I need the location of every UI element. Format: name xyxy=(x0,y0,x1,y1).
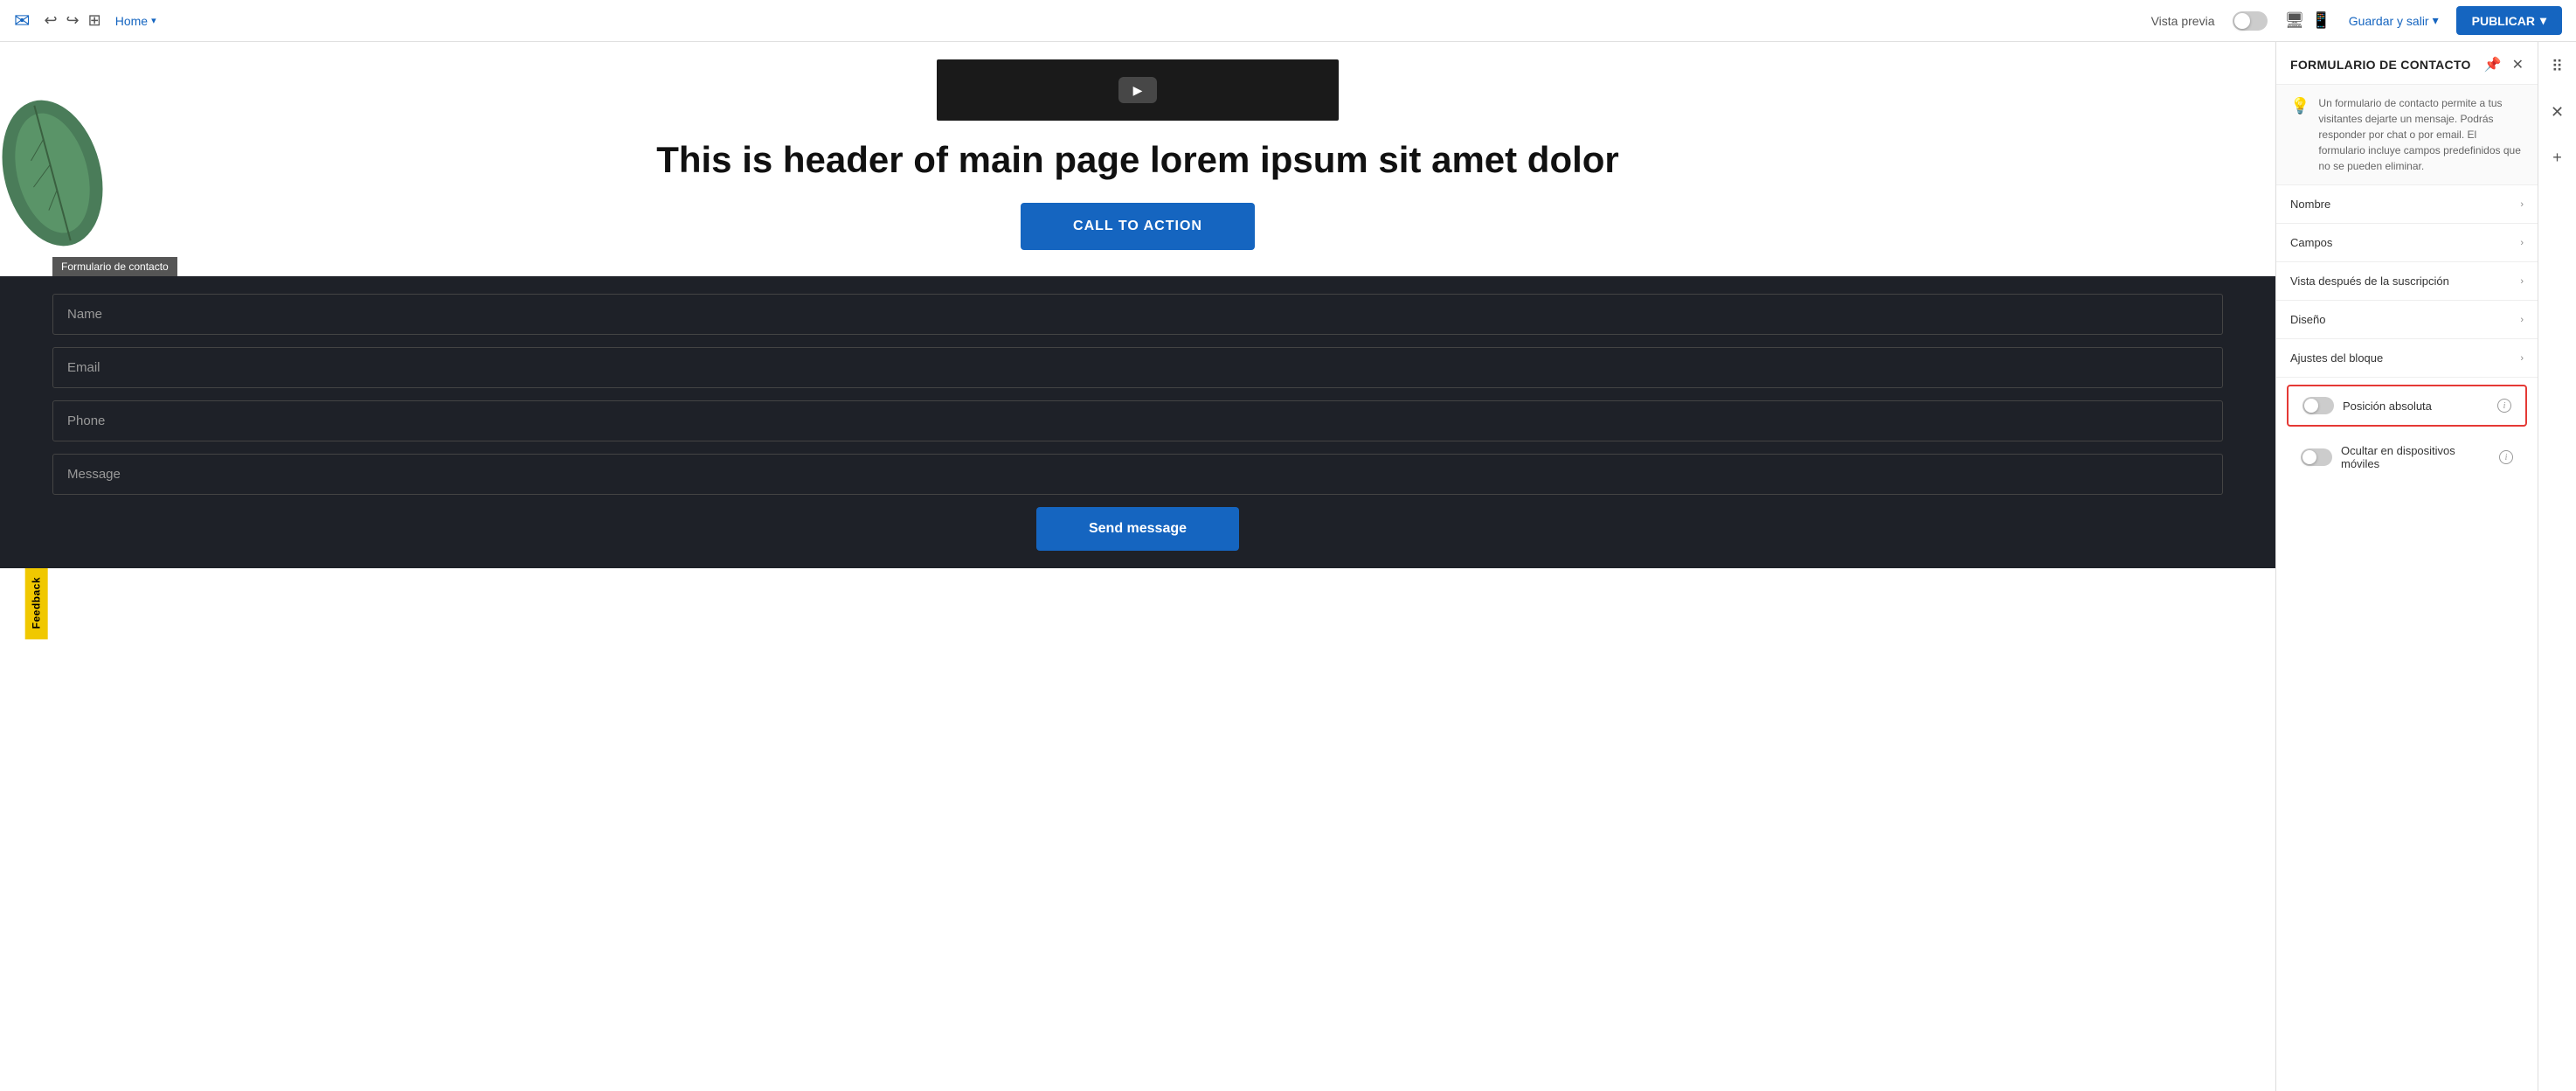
accordion-vista-header[interactable]: Vista después de la suscripción › xyxy=(2276,262,2538,300)
send-message-button[interactable]: Send message xyxy=(1036,507,1239,551)
message-field[interactable] xyxy=(52,454,2223,495)
page-heading: This is header of main page lorem ipsum … xyxy=(656,138,1619,182)
posicion-absoluta-row: Posición absoluta i xyxy=(2287,385,2527,427)
send-btn-wrap: Send message xyxy=(52,507,2223,551)
accordion-vista-label: Vista después de la suscripción xyxy=(2290,274,2449,288)
ocultar-dispositivos-row: Ocultar en dispositivos móviles i xyxy=(2287,434,2527,481)
accordion-ajustes: Ajustes del bloque › xyxy=(2276,339,2538,378)
pin-icon[interactable]: 📌 xyxy=(2484,56,2502,73)
undo-icon[interactable]: ↩ xyxy=(44,11,57,30)
desktop-icon[interactable]: 🖥 xyxy=(2285,11,2305,30)
main-layout: Feedback ▶ This is header of main page l… xyxy=(0,42,2576,1091)
accordion-vista: Vista después de la suscripción › xyxy=(2276,262,2538,301)
accordion-nombre-label: Nombre xyxy=(2290,198,2330,211)
save-exit-button[interactable]: Guardar y salir ▾ xyxy=(2349,13,2439,28)
name-field[interactable] xyxy=(52,294,2223,335)
accordion-nombre-chevron: › xyxy=(2520,199,2524,210)
panel-header-actions: 📌 ✕ xyxy=(2484,56,2524,73)
right-sidebar-icons: ⠿ ✕ + xyxy=(2538,42,2576,1091)
feedback-tab[interactable]: Feedback xyxy=(25,566,48,639)
leaf-decoration xyxy=(0,94,105,252)
add-icon[interactable]: + xyxy=(2544,143,2572,171)
form-tag-label: Formulario de contacto xyxy=(52,257,177,276)
publish-button[interactable]: PUBLICAR ▾ xyxy=(2456,6,2562,35)
panel-content: FORMULARIO DE CONTACTO 📌 ✕ 💡 Un formular… xyxy=(2276,42,2538,1091)
right-panel: FORMULARIO DE CONTACTO 📌 ✕ 💡 Un formular… xyxy=(2275,42,2538,1091)
posicion-info-icon[interactable]: i xyxy=(2497,399,2511,413)
redo-icon[interactable]: ↪ xyxy=(66,11,80,30)
layers-icon[interactable]: ⠿ xyxy=(2544,52,2572,80)
save-icon[interactable]: ⊞ xyxy=(88,11,101,30)
page-top-section: ▶ This is header of main page lorem ipsu… xyxy=(0,42,2275,276)
phone-field[interactable] xyxy=(52,400,2223,441)
close-sidebar-icon[interactable]: ✕ xyxy=(2544,98,2572,126)
ocultar-info-icon[interactable]: i xyxy=(2499,450,2513,464)
info-box: 💡 Un formulario de contacto permite a tu… xyxy=(2276,85,2538,185)
play-icon: ▶ xyxy=(1118,77,1157,103)
accordion-campos-label: Campos xyxy=(2290,236,2332,249)
device-icons: 🖥 📱 xyxy=(2285,11,2331,30)
ocultar-toggle[interactable] xyxy=(2301,448,2332,466)
accordion-campos-header[interactable]: Campos › xyxy=(2276,224,2538,261)
topbar: ✉ ↩ ↪ ⊞ Home ▾ Vista previa 🖥 📱 Guardar … xyxy=(0,0,2576,42)
topbar-right: Vista previa 🖥 📱 Guardar y salir ▾ PUBLI… xyxy=(2151,6,2562,35)
preview-toggle[interactable] xyxy=(2233,11,2268,31)
home-label: Home xyxy=(115,14,148,28)
page-content: Feedback ▶ This is header of main page l… xyxy=(0,42,2275,1091)
vista-previa-label: Vista previa xyxy=(2151,14,2215,28)
accordion-ajustes-label: Ajustes del bloque xyxy=(2290,351,2383,365)
home-chevron: ▾ xyxy=(151,15,156,26)
info-description: Un formulario de contacto permite a tus … xyxy=(2318,95,2524,174)
accordion-nombre-header[interactable]: Nombre › xyxy=(2276,185,2538,223)
cta-button[interactable]: CALL TO ACTION xyxy=(1021,203,1255,250)
topbar-history-icons: ↩ ↪ ⊞ xyxy=(44,11,100,30)
accordion-campos-chevron: › xyxy=(2520,238,2524,248)
accordion-nombre: Nombre › xyxy=(2276,185,2538,224)
mail-icon[interactable]: ✉ xyxy=(14,10,30,32)
topbar-left: ✉ ↩ ↪ ⊞ Home ▾ xyxy=(14,10,156,32)
panels-container: FORMULARIO DE CONTACTO 📌 ✕ 💡 Un formular… xyxy=(2275,42,2576,1091)
bulb-icon: 💡 xyxy=(2290,97,2309,115)
video-block[interactable]: ▶ xyxy=(937,59,1339,121)
posicion-absoluta-label: Posición absoluta xyxy=(2343,400,2489,413)
accordion-ajustes-chevron: › xyxy=(2520,353,2524,364)
close-panel-icon[interactable]: ✕ xyxy=(2512,56,2524,73)
accordion-vista-chevron: › xyxy=(2520,276,2524,287)
panel-title: FORMULARIO DE CONTACTO xyxy=(2290,58,2471,72)
accordion-diseno-chevron: › xyxy=(2520,315,2524,325)
accordion-diseno-header[interactable]: Diseño › xyxy=(2276,301,2538,338)
accordion-diseno: Diseño › xyxy=(2276,301,2538,339)
canvas-area: Feedback ▶ This is header of main page l… xyxy=(0,42,2275,1091)
mobile-icon[interactable]: 📱 xyxy=(2311,11,2330,30)
home-nav[interactable]: Home ▾ xyxy=(115,14,156,28)
email-field[interactable] xyxy=(52,347,2223,388)
accordion-campos: Campos › xyxy=(2276,224,2538,262)
accordion-ajustes-header[interactable]: Ajustes del bloque › xyxy=(2276,339,2538,377)
accordion-diseno-label: Diseño xyxy=(2290,313,2325,326)
panel-header: FORMULARIO DE CONTACTO 📌 ✕ xyxy=(2276,42,2538,85)
contact-form-section: Formulario de contacto Send message xyxy=(0,276,2275,568)
posicion-absoluta-toggle[interactable] xyxy=(2302,397,2334,414)
ocultar-label: Ocultar en dispositivos móviles xyxy=(2341,444,2490,470)
